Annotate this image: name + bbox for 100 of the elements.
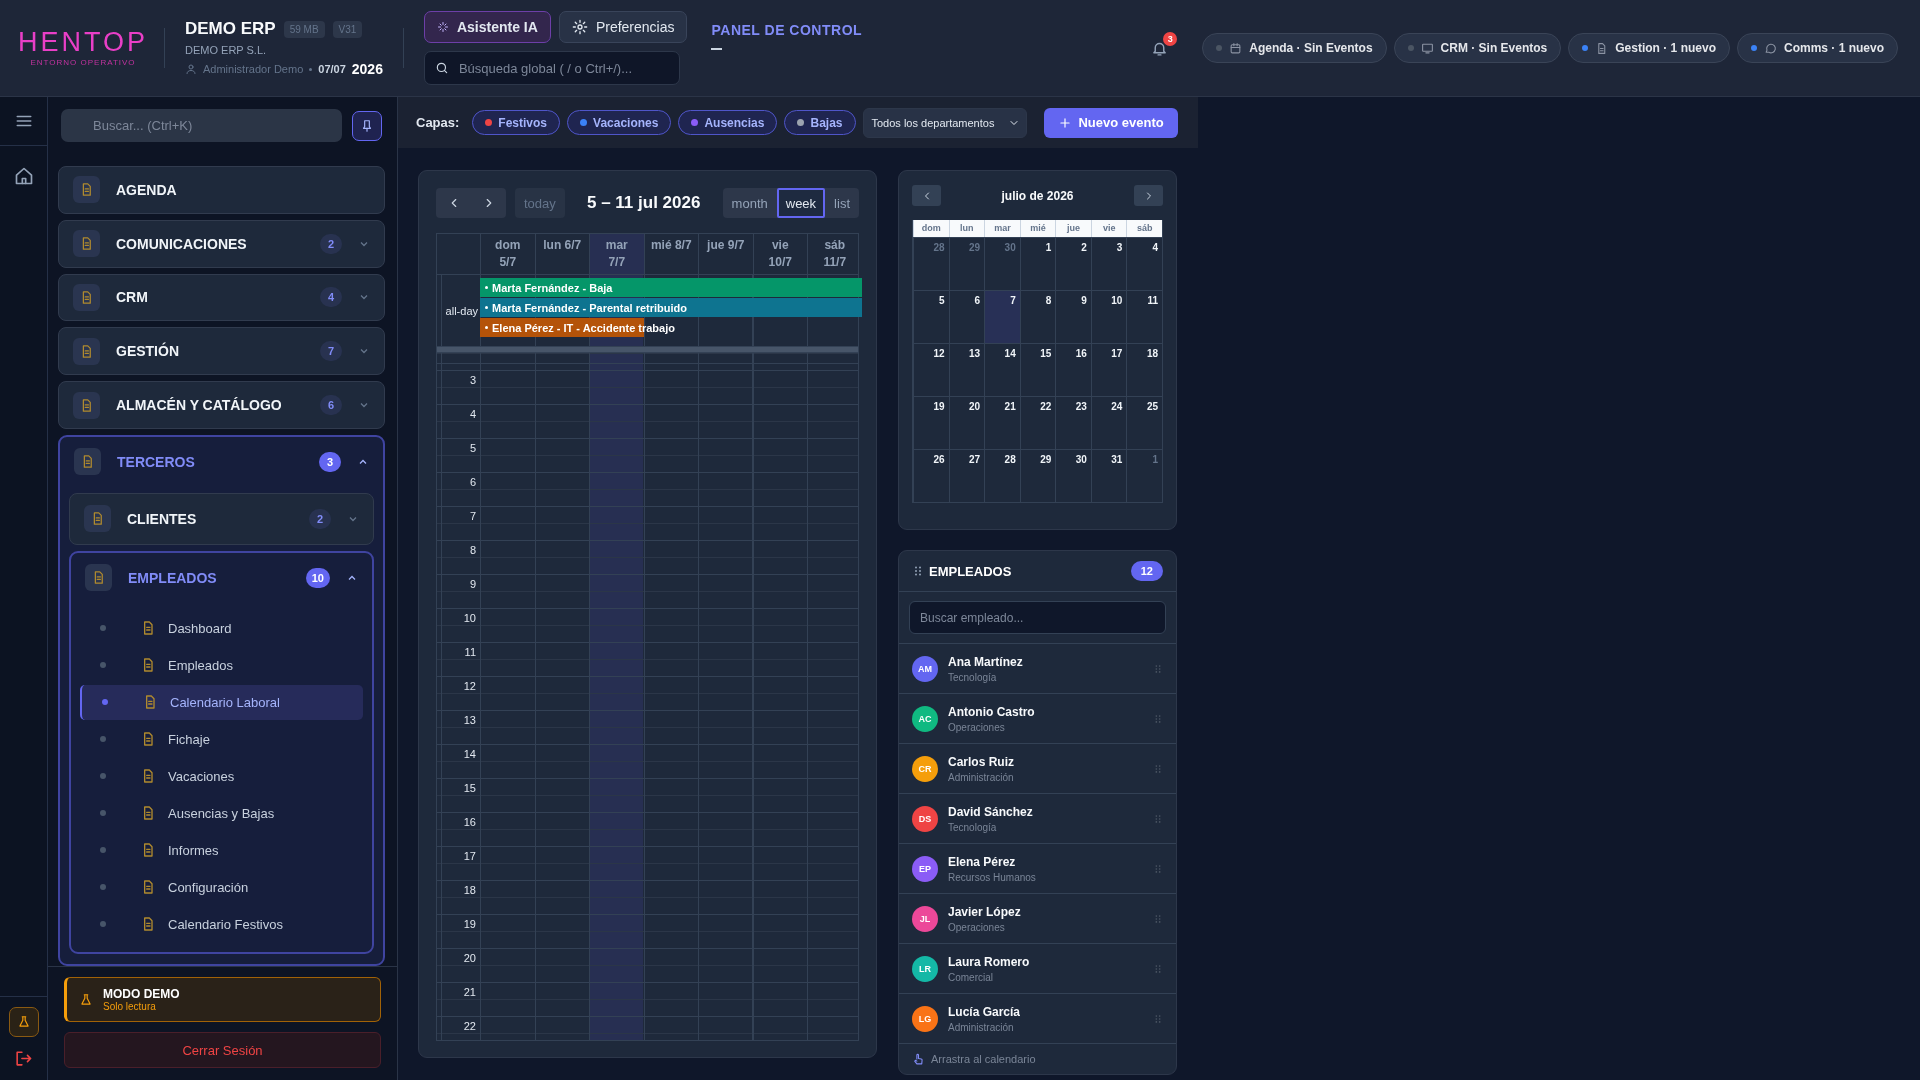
day-cell[interactable]: 9 <box>1055 290 1091 343</box>
global-search-field[interactable]: Búsqueda global ( / o Ctrl+/)... <box>423 51 680 85</box>
day-cell[interactable]: 24 <box>1090 396 1127 449</box>
day-cell[interactable]: 5 <box>913 290 949 343</box>
day-cell[interactable]: 17 <box>1090 343 1127 396</box>
nav-item[interactable]: EMPLEADOS 10 <box>80 553 363 603</box>
year-label: 2026 <box>351 61 383 77</box>
event-title[interactable]: Marta Fernández - Parental retribuido <box>480 298 687 317</box>
pin-button[interactable] <box>352 110 382 141</box>
day-cell[interactable]: 27 <box>948 449 985 502</box>
hour-label: 19 <box>463 918 476 930</box>
employee-row[interactable]: CR Carlos Ruiz Administración <box>899 744 1176 794</box>
employee-row[interactable]: AC Antonio Castro Operaciones <box>899 694 1176 744</box>
day-cell[interactable]: 21 <box>984 396 1020 449</box>
employee-row[interactable]: EP Elena Pérez Recursos Humanos <box>899 844 1176 894</box>
employee-name: Ana Martínez <box>948 654 1024 669</box>
day-cell[interactable]: 22 <box>1019 396 1056 449</box>
preferences-button[interactable]: Preferencias <box>558 11 688 43</box>
bullet-icon <box>100 810 106 817</box>
home-icon[interactable] <box>13 166 34 186</box>
hour-label: 17 <box>463 850 476 862</box>
logout-icon[interactable] <box>14 1049 33 1068</box>
day-cell[interactable]: 8 <box>1019 290 1056 343</box>
employee-department: Operaciones <box>948 921 1006 933</box>
employee-name: Carlos Ruiz <box>948 754 1015 769</box>
view-tab[interactable]: week <box>776 188 826 218</box>
count-badge: 7 <box>320 341 342 362</box>
day-cell[interactable]: 7 <box>984 290 1020 343</box>
day-cell[interactable]: 26 <box>913 449 949 502</box>
day-cell[interactable]: 23 <box>1055 396 1091 449</box>
submenu-item[interactable]: Ausencias y Bajas <box>80 796 363 831</box>
submenu-item[interactable]: Empleados <box>80 648 363 683</box>
submenu-item[interactable]: Calendario Festivos <box>80 907 363 942</box>
status-pill[interactable]: Comms · 1 nuevo <box>1736 33 1898 63</box>
monitor-icon <box>1420 41 1434 55</box>
event-title[interactable]: Marta Fernández - Baja <box>480 278 613 297</box>
hour-label: 13 <box>463 714 476 726</box>
flask-icon <box>79 992 93 1007</box>
day-cell[interactable]: 10 <box>1090 290 1127 343</box>
day-cell[interactable]: 16 <box>1055 343 1091 396</box>
employee-row[interactable]: AM Ana Martínez Tecnología <box>899 644 1176 694</box>
day-cell[interactable]: 1 <box>1019 237 1056 290</box>
view-tab[interactable]: month <box>722 188 777 218</box>
assistant-button[interactable]: Asistente IA <box>423 11 551 43</box>
day-cell[interactable]: 31 <box>1090 449 1127 502</box>
day-cell[interactable]: 3 <box>1090 237 1127 290</box>
day-header: mar 7/7 <box>589 234 644 274</box>
day-cell[interactable]: 18 <box>1126 343 1162 396</box>
nav-item[interactable]: COMUNICACIONES 2 <box>58 219 385 268</box>
flask-button[interactable] <box>8 1007 39 1037</box>
day-cell[interactable]: 14 <box>984 343 1020 396</box>
employee-row[interactable]: LG Lucía García Administración <box>899 994 1176 1044</box>
layer-chip[interactable]: Vacaciones <box>567 110 672 135</box>
day-cell[interactable]: 30 <box>1055 449 1091 502</box>
day-cell[interactable]: 11 <box>1126 290 1162 343</box>
nav-item[interactable]: CRM 4 <box>58 273 385 322</box>
weekday-header: mié <box>1019 220 1056 237</box>
day-cell[interactable]: 15 <box>1019 343 1056 396</box>
layer-chip[interactable]: Festivos <box>472 110 561 135</box>
day-cell[interactable]: 29 <box>1019 449 1056 502</box>
submenu-item[interactable]: Calendario Laboral <box>80 685 363 720</box>
nav-item[interactable]: CLIENTES 2 <box>69 493 374 545</box>
day-cell[interactable]: 2 <box>1055 237 1091 290</box>
day-cell[interactable]: 20 <box>948 396 985 449</box>
day-cell[interactable]: 19 <box>913 396 949 449</box>
employee-row[interactable]: DS David Sánchez Tecnología <box>899 794 1176 844</box>
submenu-item[interactable]: Fichaje <box>80 722 363 757</box>
avatar: JL <box>912 905 938 932</box>
layer-chip[interactable]: Bajas <box>784 110 856 135</box>
nav-item[interactable]: AGENDA <box>58 166 385 214</box>
day-cell[interactable]: 4 <box>1126 237 1162 290</box>
submenu-item[interactable]: Dashboard <box>80 611 363 646</box>
status-pill[interactable]: Agenda · Sin Eventos <box>1202 33 1387 63</box>
status-pill[interactable]: Gestion · 1 nuevo <box>1568 33 1730 63</box>
sidebar-search-field[interactable]: Buscar... (Ctrl+K) <box>61 109 342 142</box>
day-cell[interactable]: 13 <box>948 343 985 396</box>
submenu-item[interactable]: Informes <box>80 833 363 868</box>
nav-item[interactable]: ALMACÉN Y CATÁLOGO 6 <box>58 381 385 429</box>
submenu-item[interactable]: Configuración <box>80 870 363 905</box>
day-cell[interactable]: 12 <box>913 343 949 396</box>
search-icon <box>434 61 449 75</box>
next-month-button[interactable] <box>1134 185 1163 206</box>
day-cell[interactable]: 28 <box>984 449 1020 502</box>
employee-department: Administración <box>948 771 1015 783</box>
submenu-item[interactable]: Vacaciones <box>80 759 363 794</box>
employee-name: Lucía García <box>948 1004 1022 1019</box>
nav-item[interactable]: TERCEROS 3 <box>69 437 374 487</box>
employee-search-field[interactable]: Buscar empleado... <box>909 601 1166 634</box>
status-pill[interactable]: CRM · Sin Eventos <box>1393 33 1562 63</box>
department-select[interactable]: Todos los departamentos <box>862 107 1028 138</box>
logout-button[interactable]: Cerrar Sesión <box>64 1032 381 1068</box>
employee-row[interactable]: JL Javier López Operaciones <box>899 894 1176 944</box>
new-event-button[interactable]: Nuevo evento <box>1044 107 1178 138</box>
count-badge: 2 <box>309 509 331 529</box>
view-tab[interactable]: list <box>825 188 859 218</box>
nav-item[interactable]: GESTIÓN 7 <box>58 327 385 376</box>
layer-chip[interactable]: Ausencias <box>678 110 778 135</box>
hour-label: 14 <box>463 748 476 760</box>
day-cell[interactable]: 25 <box>1126 396 1162 449</box>
employee-row[interactable]: LR Laura Romero Comercial <box>899 944 1176 994</box>
